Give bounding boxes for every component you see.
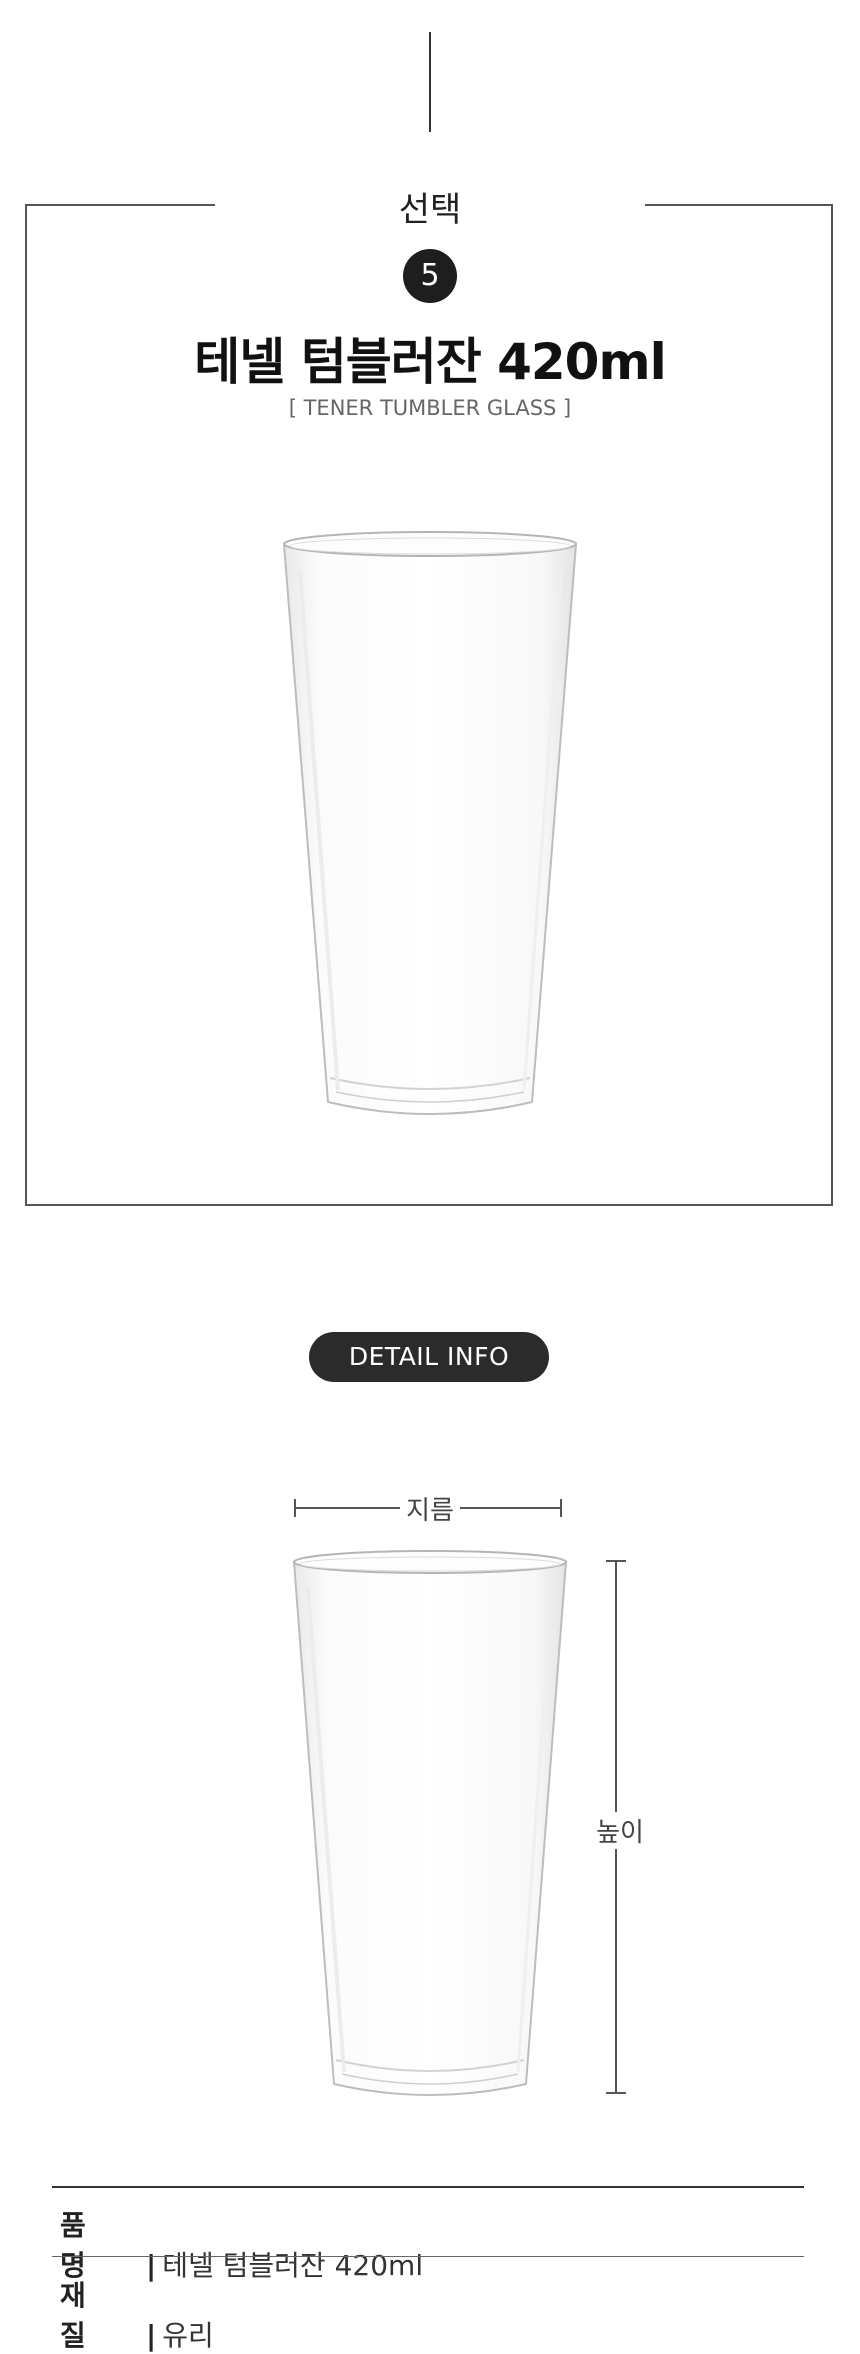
spec-row-material: 재 질 | 유리 [60,2274,214,2354]
detail-info-pill: DETAIL INFO [309,1332,549,1382]
spec-top-divider [52,2186,804,2188]
select-label: 선택 [398,190,462,230]
diameter-label: 지름 [400,1490,460,1527]
product-number-badge: 5 [403,249,457,303]
tumbler-glass-dimension-image [292,1550,568,2096]
spec-key: 품 명 [60,2209,100,2282]
spec-separator: | [146,2319,157,2352]
spec-key: 재 질 [60,2279,100,2352]
spec-row-name: 품 명 | 테넬 텀블러잔 420ml [60,2204,423,2284]
spec-value: 유리 [162,2319,214,2352]
spec-divider [52,2256,804,2257]
top-divider-line [429,32,431,132]
product-title: 테넬 텀블러잔 420ml [194,333,666,391]
height-label: 높이 [588,1812,652,1849]
tumbler-glass-image [282,531,578,1115]
product-subtitle: [ TENER TUMBLER GLASS ] [288,396,572,420]
